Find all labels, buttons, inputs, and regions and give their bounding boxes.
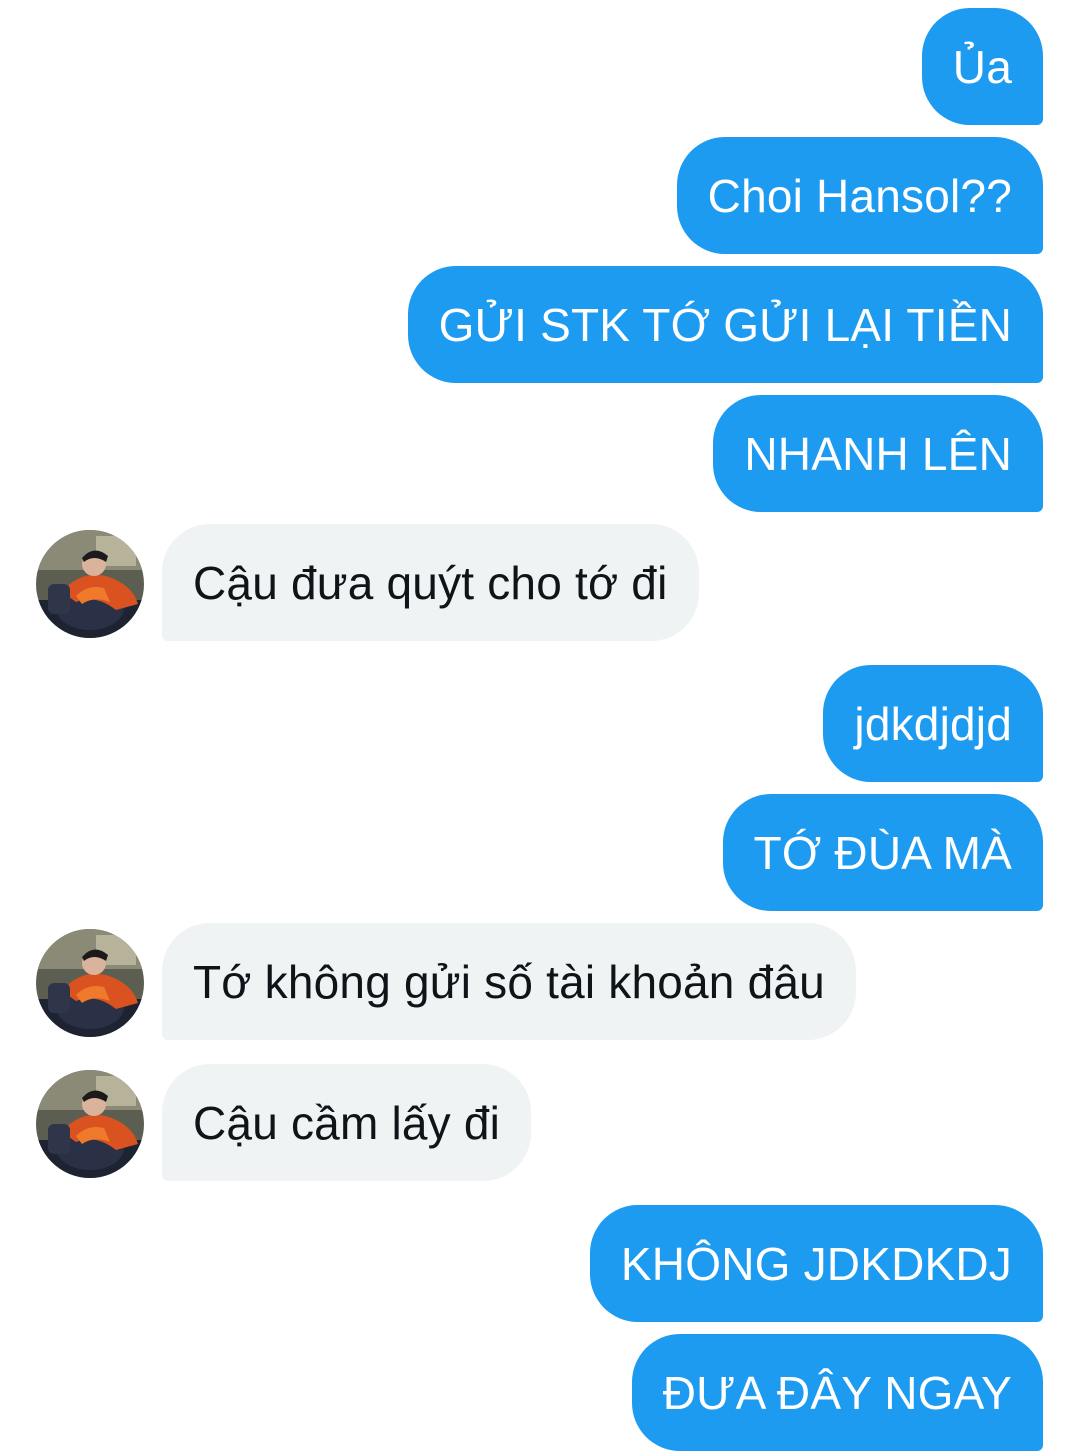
message-row-sent: Ủa [0,8,1080,125]
message-row-sent: KHÔNG JDKDKDJ [0,1205,1080,1322]
message-bubble-sent[interactable]: ĐƯA ĐÂY NGAY [631,1334,1043,1451]
message-row-sent: jdkdjdjd [0,665,1080,782]
message-row-sent: GỬI STK TỚ GỬI LẠI TIỀN [0,266,1080,383]
contact-avatar[interactable] [36,1070,144,1178]
avatar-photo-icon [36,530,144,638]
message-bubble-sent[interactable]: Ủa [921,8,1043,125]
conversation-thread: Ủa Choi Hansol?? GỬI STK TỚ GỬI LẠI TIỀN… [0,0,1080,1453]
avatar-photo-icon [36,929,144,1037]
message-bubble-received[interactable]: Cậu đưa quýt cho tớ đi [162,524,699,641]
message-bubble-received[interactable]: Cậu cầm lấy đi [162,1064,532,1181]
message-row-received: Tớ không gửi số tài khoản đâu [0,923,1080,1040]
message-row-sent: ĐƯA ĐÂY NGAY [0,1334,1080,1451]
message-row-received: Cậu cầm lấy đi [0,1064,1080,1181]
avatar-photo-icon [36,1070,144,1178]
message-row-received: Cậu đưa quýt cho tớ đi [0,524,1080,641]
message-bubble-sent[interactable]: KHÔNG JDKDKDJ [589,1205,1043,1322]
message-bubble-received[interactable]: Tớ không gửi số tài khoản đâu [162,923,856,1040]
message-bubble-sent[interactable]: NHANH LÊN [713,395,1043,512]
message-row-sent: NHANH LÊN [0,395,1080,512]
message-bubble-sent[interactable]: GỬI STK TỚ GỬI LẠI TIỀN [407,266,1043,383]
message-bubble-sent[interactable]: Choi Hansol?? [676,137,1043,254]
message-row-sent: Choi Hansol?? [0,137,1080,254]
contact-avatar[interactable] [36,530,144,638]
message-bubble-sent[interactable]: TỚ ĐÙA MÀ [722,794,1043,911]
message-bubble-sent[interactable]: jdkdjdjd [823,665,1043,782]
contact-avatar[interactable] [36,929,144,1037]
message-row-sent: TỚ ĐÙA MÀ [0,794,1080,911]
